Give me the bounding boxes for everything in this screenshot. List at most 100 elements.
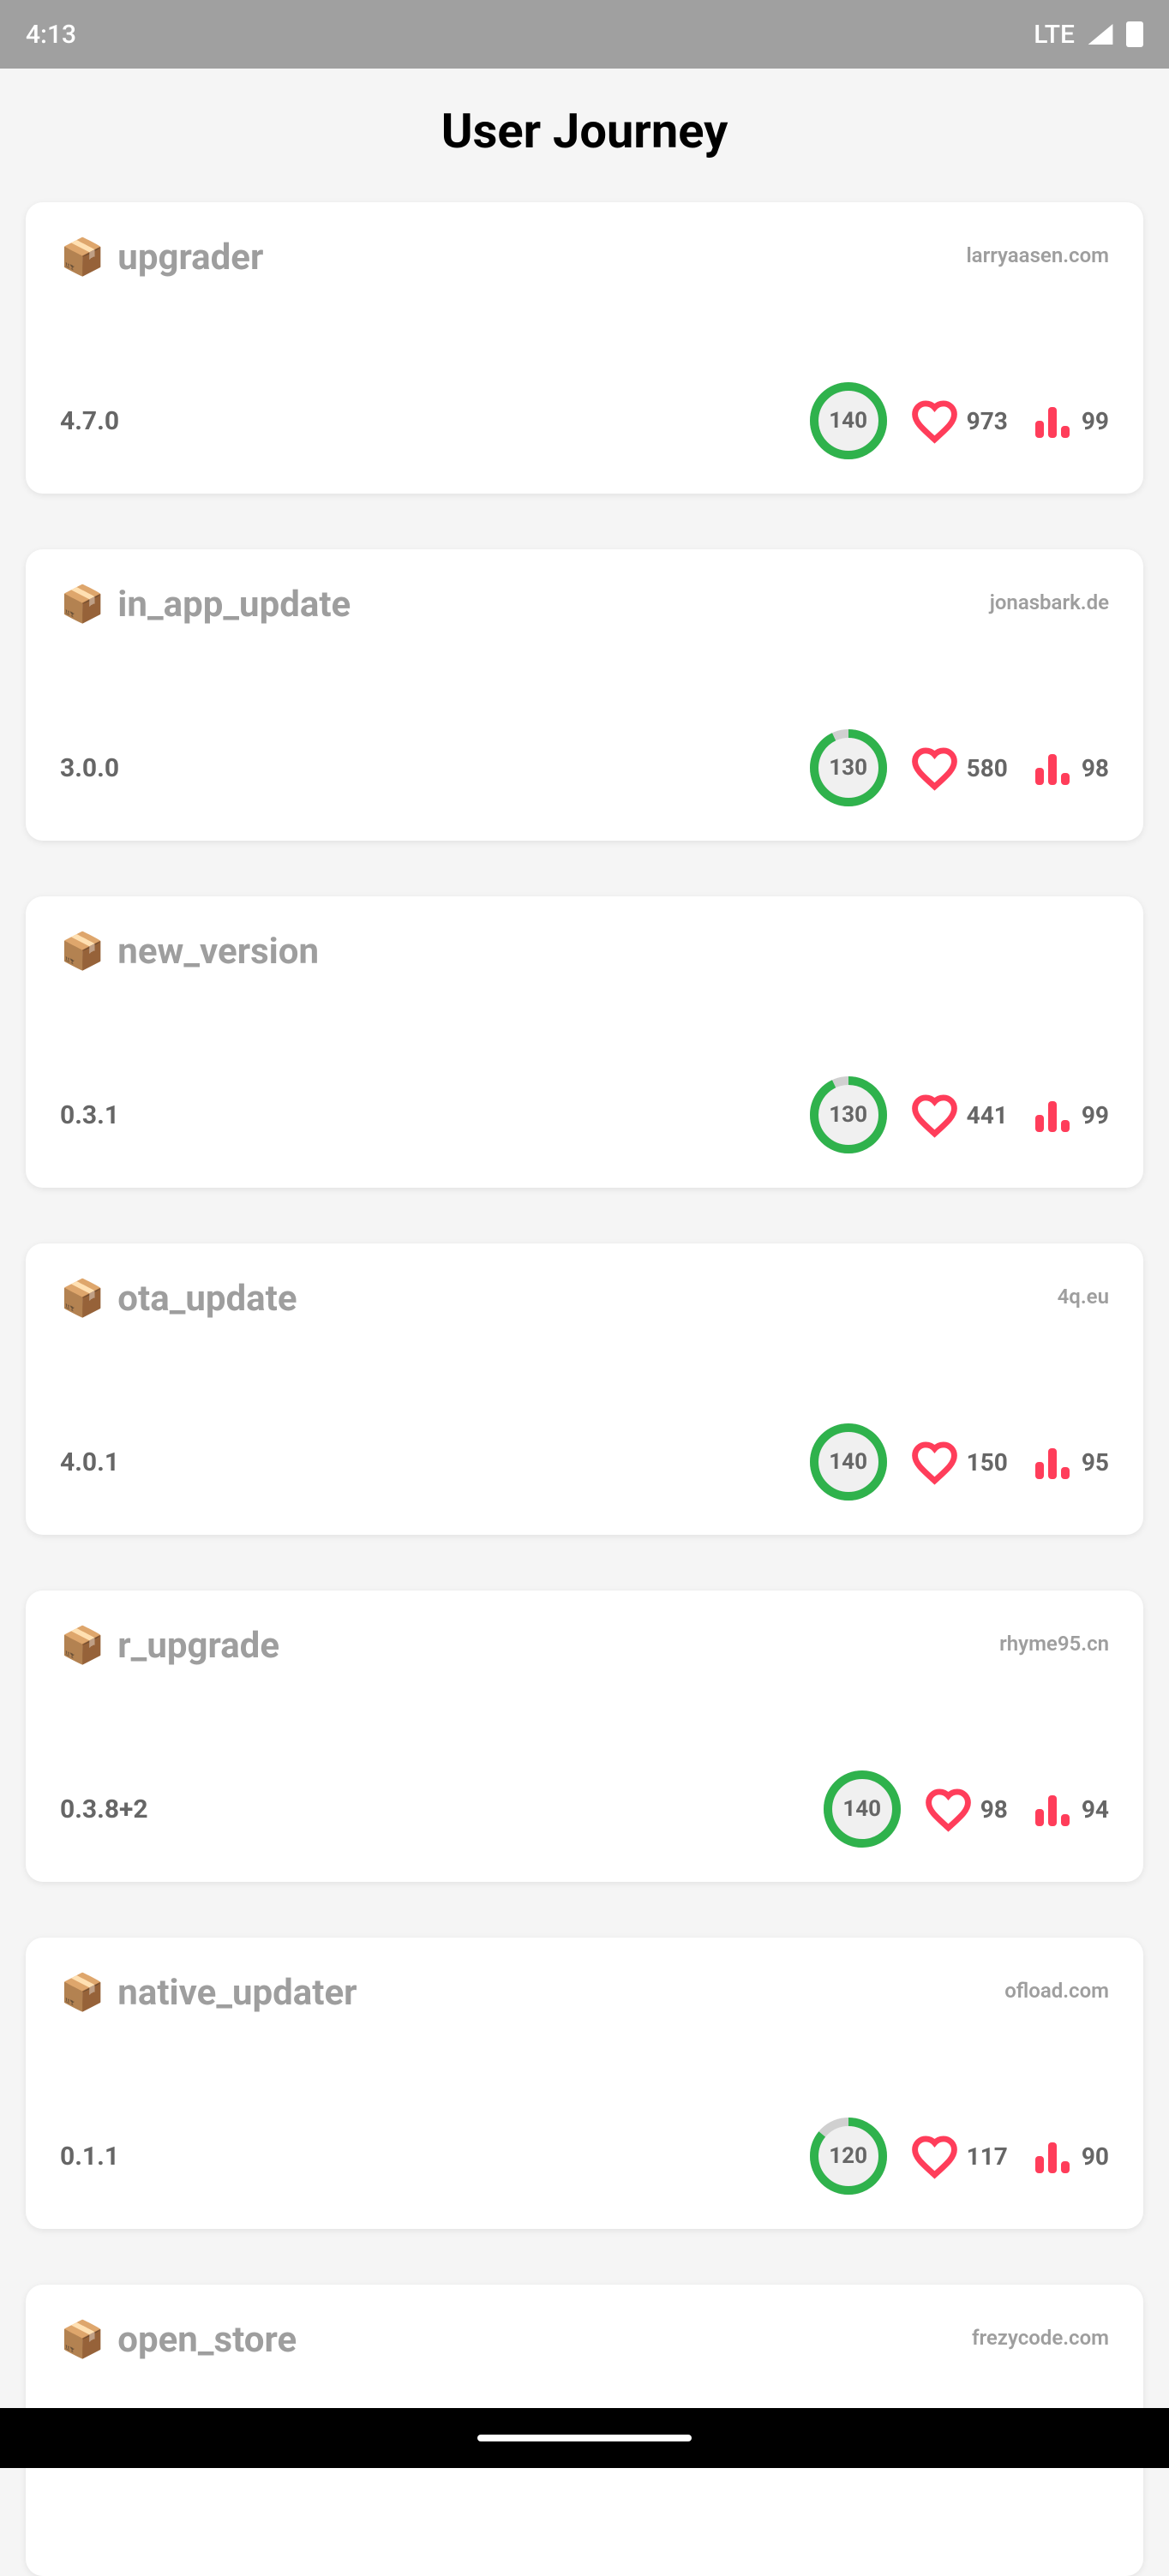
score-value: 140	[842, 1796, 881, 1822]
package-card[interactable]: 📦 native_updater ofload.com 0.1.1 120	[26, 1938, 1143, 2229]
publisher-label: 4q.eu	[1058, 1285, 1109, 1309]
bars-icon	[1032, 1441, 1073, 1483]
score-badge: 130	[810, 729, 887, 806]
stats-row: 140 973 99	[810, 382, 1109, 459]
package-card[interactable]: 📦 ota_update 4q.eu 4.0.1 140	[26, 1243, 1143, 1535]
likes-value: 580	[967, 754, 1008, 782]
package-name: upgrader	[117, 237, 263, 279]
packages-list[interactable]: 📦 upgrader larryaasen.com 4.7.0 140	[26, 202, 1143, 2576]
stats-row: 140 98 94	[824, 1770, 1109, 1848]
likes-stat: 580	[911, 745, 1008, 792]
score-value: 130	[829, 755, 867, 781]
package-card[interactable]: 📦 r_upgrade rhyme95.cn 0.3.8+2 140	[26, 1591, 1143, 1882]
card-footer: 3.0.0 130 580	[60, 729, 1109, 806]
package-name: new_version	[117, 931, 319, 973]
version-label: 4.0.1	[60, 1447, 119, 1477]
package-card[interactable]: 📦 new_version 0.3.1 130	[26, 896, 1143, 1188]
package-name-row: 📦 in_app_update	[60, 584, 351, 626]
heart-icon	[911, 1092, 958, 1139]
package-icon: 📦	[60, 2319, 105, 2361]
bottom-nav	[0, 2408, 1169, 2468]
likes-value: 973	[967, 407, 1008, 435]
popularity-stat: 99	[1032, 400, 1109, 441]
popularity-stat: 90	[1032, 2136, 1109, 2177]
heart-icon	[925, 1786, 972, 1833]
likes-stat: 150	[911, 1439, 1008, 1486]
card-footer: 0.3.8+2 140 98	[60, 1770, 1109, 1848]
publisher-label: rhyme95.cn	[999, 1632, 1109, 1656]
package-name: in_app_update	[117, 584, 351, 626]
package-icon: 📦	[60, 237, 105, 279]
likes-value: 150	[967, 1448, 1008, 1477]
package-card[interactable]: 📦 upgrader larryaasen.com 4.7.0 140	[26, 202, 1143, 494]
version-label: 0.3.1	[60, 1100, 119, 1130]
bars-icon	[1032, 2136, 1073, 2177]
popularity-stat: 99	[1032, 1094, 1109, 1135]
popularity-value: 95	[1082, 1448, 1109, 1477]
heart-icon	[911, 745, 958, 792]
package-name-row: 📦 new_version	[60, 931, 319, 973]
stats-row: 140 150 95	[810, 1423, 1109, 1501]
card-header: 📦 ota_update 4q.eu	[60, 1278, 1109, 1320]
score-value: 140	[829, 1449, 867, 1475]
content-area: User Journey 📦 upgrader larryaasen.com 4…	[0, 69, 1169, 2576]
package-card[interactable]: 📦 in_app_update jonasbark.de 3.0.0 130	[26, 549, 1143, 841]
likes-stat: 973	[911, 398, 1008, 445]
score-value: 130	[829, 1102, 867, 1128]
card-footer: 4.7.0 140 973	[60, 382, 1109, 459]
package-name-row: 📦 native_updater	[60, 1972, 357, 2014]
bars-icon	[1032, 1094, 1073, 1135]
signal-icon	[1088, 24, 1113, 45]
popularity-value: 99	[1082, 1101, 1109, 1129]
card-header: 📦 r_upgrade rhyme95.cn	[60, 1625, 1109, 1667]
package-name-row: 📦 ota_update	[60, 1278, 297, 1320]
package-name-row: 📦 open_store	[60, 2319, 297, 2361]
card-footer: 4.0.1 140 150	[60, 1423, 1109, 1501]
card-footer: 0.1.1 120 117	[60, 2118, 1109, 2195]
likes-value: 441	[967, 1101, 1008, 1129]
status-bar: 4:13 LTE	[0, 0, 1169, 69]
heart-icon	[911, 2133, 958, 2180]
popularity-stat: 98	[1032, 747, 1109, 788]
version-label: 3.0.0	[60, 753, 119, 783]
network-label: LTE	[1034, 20, 1075, 50]
publisher-label: ofload.com	[1004, 1979, 1109, 2003]
score-badge: 130	[810, 1076, 887, 1153]
package-name-row: 📦 r_upgrade	[60, 1625, 279, 1667]
likes-value: 98	[980, 1795, 1008, 1824]
card-header: 📦 native_updater ofload.com	[60, 1972, 1109, 2014]
package-name: r_upgrade	[117, 1625, 279, 1667]
popularity-stat: 95	[1032, 1441, 1109, 1483]
status-time: 4:13	[26, 20, 76, 50]
version-label: 0.3.8+2	[60, 1794, 148, 1824]
bars-icon	[1032, 400, 1073, 441]
bars-icon	[1032, 1788, 1073, 1830]
nav-handle[interactable]	[477, 2435, 692, 2441]
package-name-row: 📦 upgrader	[60, 237, 263, 279]
version-label: 4.7.0	[60, 406, 119, 436]
likes-value: 117	[967, 2142, 1008, 2171]
status-indicators: LTE	[1034, 20, 1143, 50]
package-name: native_updater	[117, 1972, 357, 2014]
package-icon: 📦	[60, 1278, 105, 1320]
card-header: 📦 upgrader larryaasen.com	[60, 237, 1109, 279]
popularity-stat: 94	[1032, 1788, 1109, 1830]
publisher-label: jonasbark.de	[990, 590, 1109, 614]
package-icon: 📦	[60, 1625, 105, 1667]
version-label: 0.1.1	[60, 2142, 119, 2172]
score-value: 140	[829, 408, 867, 434]
score-badge: 140	[810, 1423, 887, 1501]
popularity-value: 90	[1082, 2142, 1109, 2171]
stats-row: 120 117 90	[810, 2118, 1109, 2195]
popularity-value: 94	[1082, 1795, 1109, 1824]
popularity-value: 98	[1082, 754, 1109, 782]
score-badge: 140	[824, 1770, 901, 1848]
likes-stat: 441	[911, 1092, 1008, 1139]
likes-stat: 117	[911, 2133, 1008, 2180]
card-header: 📦 open_store frezycode.com	[60, 2319, 1109, 2361]
package-icon: 📦	[60, 1972, 105, 2014]
page-title: User Journey	[26, 69, 1143, 202]
battery-icon	[1126, 21, 1143, 47]
card-header: 📦 in_app_update jonasbark.de	[60, 584, 1109, 626]
publisher-label: larryaasen.com	[966, 243, 1109, 267]
